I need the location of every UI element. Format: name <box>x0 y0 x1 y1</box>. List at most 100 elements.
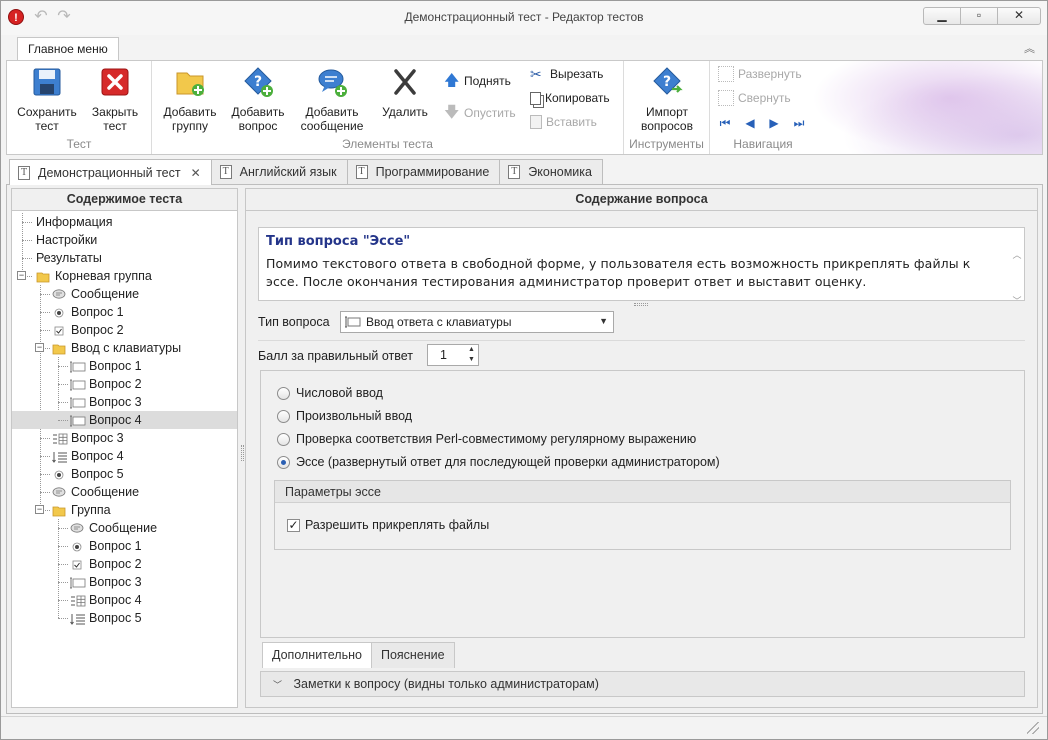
tree-item[interactable]: Вопрос 2 <box>12 321 237 339</box>
svg-text:?: ? <box>663 74 671 90</box>
question-type-select[interactable]: Ввод ответа с клавиатуры ▼ <box>340 311 614 333</box>
collapse-node-icon[interactable]: − <box>35 505 44 514</box>
stepper-arrows-icon[interactable]: ▲ ▼ <box>465 345 478 365</box>
checkbox-question-icon <box>70 558 84 570</box>
tree-item[interactable]: − Группа <box>12 501 237 519</box>
tree-item[interactable]: − Корневая группа <box>12 267 237 285</box>
tree-item-label: Группа <box>71 503 111 517</box>
horizontal-splitter[interactable] <box>634 303 648 306</box>
tree-item[interactable]: Вопрос 4 <box>12 447 237 465</box>
last-item-icon[interactable]: ⏭ <box>792 116 806 130</box>
allow-files-option[interactable]: ✓ Разрешить прикреплять файлы <box>287 518 489 532</box>
tree-item[interactable]: Вопрос 3 <box>12 429 237 447</box>
delete-icon <box>394 69 416 95</box>
tree-item[interactable]: Вопрос 1 <box>12 303 237 321</box>
collapse-node-icon[interactable]: − <box>35 343 44 352</box>
folder-icon <box>36 270 50 283</box>
option-label: Проверка соответствия Perl-совместимому … <box>296 432 697 446</box>
tree-item[interactable]: Сообщение <box>12 483 237 501</box>
allow-files-checkbox[interactable]: ✓ <box>287 518 300 532</box>
tree-item[interactable]: Вопрос 1 <box>12 537 237 555</box>
tree-item[interactable]: Вопрос 5 <box>12 465 237 483</box>
close-tab-icon[interactable]: ✕ <box>191 166 201 180</box>
tab-additional[interactable]: Дополнительно <box>262 642 372 668</box>
resize-grip-icon[interactable] <box>1027 722 1039 734</box>
ribbon-tab-main[interactable]: Главное меню <box>17 37 119 62</box>
description-scrollbar[interactable]: ︿ ﹀ <box>1012 232 1022 324</box>
tree-item-label: Результаты <box>36 251 102 265</box>
paste-button[interactable]: Вставить <box>530 112 597 132</box>
score-label: Балл за правильный ответ <box>258 349 413 363</box>
tree-item-label: Вопрос 1 <box>89 539 142 553</box>
tree-item-label: Сообщение <box>89 521 158 535</box>
matching-question-icon <box>70 594 86 607</box>
add-group-button[interactable]: Добавить группу <box>155 65 225 133</box>
tree-item[interactable]: Вопрос 2 <box>12 555 237 573</box>
collapse-node-icon[interactable]: − <box>17 271 26 280</box>
option-numeric[interactable]: Числовой ввод <box>277 384 383 402</box>
add-question-button[interactable]: ? Добавить вопрос <box>223 65 293 133</box>
doc-tab-economics[interactable]: T Экономика <box>499 159 603 184</box>
collapse-button[interactable]: Свернуть <box>718 88 791 108</box>
admin-notes-bar[interactable]: ﹀ Заметки к вопросу (видны только админи… <box>260 671 1025 697</box>
tree-item[interactable]: Вопрос 3 <box>12 393 237 411</box>
question-description: Тип вопроса "Эссе" Помимо текстового отв… <box>258 227 1025 306</box>
test-document-icon: T <box>219 165 232 179</box>
tree-item[interactable]: − Ввод с клавиатуры <box>12 339 237 357</box>
option-label: Эссе (развернутый ответ для последующей … <box>296 455 720 469</box>
tree-item-label: Вопрос 5 <box>89 611 142 625</box>
ribbon-decoration <box>812 61 1042 154</box>
radio-button[interactable] <box>277 386 290 400</box>
next-item-icon[interactable]: ▶ <box>767 116 781 130</box>
expand-button[interactable]: Развернуть <box>718 64 802 84</box>
tree-item[interactable]: Вопрос 4 <box>12 411 237 429</box>
close-test-button[interactable]: Закрыть тест <box>80 65 150 133</box>
tree-item[interactable]: Вопрос 4 <box>12 591 237 609</box>
previous-item-icon[interactable]: ◀ <box>743 116 757 130</box>
tree-item[interactable]: Информация <box>12 213 237 231</box>
radio-question-icon <box>52 306 66 318</box>
tree-item[interactable]: Сообщение <box>12 285 237 303</box>
score-stepper[interactable]: 1 ▲ ▼ <box>427 344 479 366</box>
doc-tab-english[interactable]: T Английский язык <box>210 159 348 184</box>
radio-button[interactable] <box>277 432 290 446</box>
import-questions-button[interactable]: ? Импорт вопросов <box>632 65 702 133</box>
doc-tab-demo[interactable]: T Демонстрационный тест ✕ <box>9 159 212 185</box>
copy-label: Копировать <box>545 91 610 105</box>
vertical-splitter[interactable] <box>241 445 244 461</box>
minimize-button[interactable]: ▁ <box>923 7 961 25</box>
delete-label: Удалить <box>382 105 428 119</box>
doc-tab-programming[interactable]: T Программирование <box>346 159 501 184</box>
cut-button[interactable]: ✂ Вырезать <box>530 64 603 84</box>
tree-item[interactable]: Сообщение <box>12 519 237 537</box>
first-item-icon[interactable]: ⏮ <box>718 116 732 130</box>
tree-item[interactable]: Настройки <box>12 231 237 249</box>
tree-item[interactable]: Результаты <box>12 249 237 267</box>
add-message-button[interactable]: Добавить сообщение <box>297 65 367 133</box>
score-value: 1 <box>440 348 447 362</box>
import-questions-label: Импорт вопросов <box>641 105 693 133</box>
close-window-button[interactable]: ✕ <box>997 7 1041 25</box>
question-type-value: Ввод ответа с клавиатуры <box>366 315 512 329</box>
tree-item-label: Вопрос 3 <box>89 575 142 589</box>
test-contents-panel: Содержимое теста Информация Настройки Резу… <box>11 188 238 708</box>
tree-item[interactable]: Вопрос 2 <box>12 375 237 393</box>
move-up-button[interactable]: 🡅 Поднять <box>444 71 511 91</box>
tree-item[interactable]: Вопрос 1 <box>12 357 237 375</box>
delete-button[interactable]: Удалить <box>370 65 440 119</box>
option-free-input[interactable]: Произвольный ввод <box>277 407 412 425</box>
tree-item[interactable]: Вопрос 5 <box>12 609 237 627</box>
radio-button[interactable] <box>277 409 290 423</box>
option-essay[interactable]: Эссе (развернутый ответ для последующей … <box>277 453 720 471</box>
option-regex[interactable]: Проверка соответствия Perl-совместимому … <box>277 430 696 448</box>
move-down-button[interactable]: 🡇 Опустить <box>444 103 516 123</box>
tree-item[interactable]: Вопрос 3 <box>12 573 237 591</box>
keyboard-input-icon <box>345 316 361 328</box>
maximize-button[interactable]: ▫ <box>960 7 998 25</box>
save-test-button[interactable]: Сохранить тест <box>12 65 82 133</box>
copy-button[interactable]: Копировать <box>530 88 610 108</box>
tab-explanation[interactable]: Пояснение <box>370 642 455 668</box>
radio-button[interactable] <box>277 455 290 469</box>
tree-connector <box>40 438 50 439</box>
ribbon-collapse-icon[interactable]: ︽ <box>1024 40 1035 56</box>
